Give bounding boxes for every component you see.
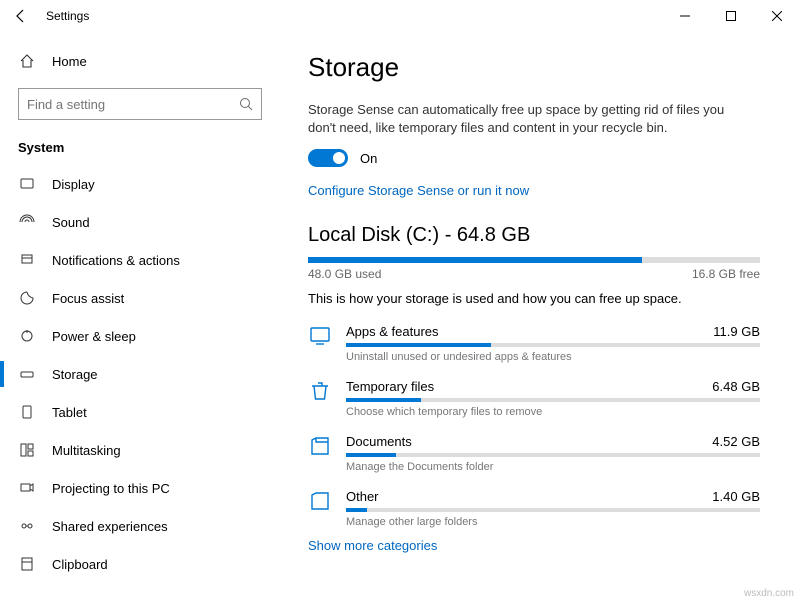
storage-sense-toggle[interactable]	[308, 149, 348, 167]
sidebar-item-tablet[interactable]: Tablet	[0, 393, 280, 431]
documents-icon	[308, 434, 332, 458]
sidebar-item-label: Multitasking	[52, 443, 121, 458]
sidebar-item-label: Projecting to this PC	[52, 481, 170, 496]
category-apps-features[interactable]: Apps & features 11.9 GB Uninstall unused o…	[308, 318, 760, 373]
category-hint: Choose which temporary files to remove	[346, 406, 760, 418]
multitasking-icon	[18, 442, 36, 458]
category-label: Apps & features	[346, 324, 439, 339]
sidebar-item-label: Clipboard	[52, 557, 108, 572]
minimize-icon	[680, 11, 690, 21]
sidebar-item-label: Focus assist	[52, 291, 124, 306]
sidebar-item-focus-assist[interactable]: Focus assist	[0, 279, 280, 317]
sidebar-item-label: Shared experiences	[52, 519, 168, 534]
display-icon	[18, 176, 36, 192]
category-label: Temporary files	[346, 379, 434, 394]
sidebar-item-notifications[interactable]: Notifications & actions	[0, 241, 280, 279]
category-other[interactable]: Other 1.40 GB Manage other large folders	[308, 483, 760, 538]
show-more-categories-link[interactable]: Show more categories	[308, 538, 437, 553]
category-bar	[346, 453, 760, 457]
sidebar-item-sound[interactable]: Sound	[0, 203, 280, 241]
search-box[interactable]	[18, 88, 262, 120]
sidebar-item-power-sleep[interactable]: Power & sleep	[0, 317, 280, 355]
home-icon	[18, 53, 36, 69]
back-button[interactable]	[6, 0, 36, 32]
sidebar-item-label: Notifications & actions	[52, 253, 180, 268]
category-bar	[346, 398, 760, 402]
sidebar-item-label: Power & sleep	[52, 329, 136, 344]
category-size: 11.9 GB	[713, 324, 760, 339]
apps-features-icon	[308, 324, 332, 348]
sidebar-item-label: Tablet	[52, 405, 87, 420]
sidebar-item-label: Display	[52, 177, 95, 192]
window-title: Settings	[46, 9, 89, 23]
category-label: Documents	[346, 434, 412, 449]
sidebar-item-projecting[interactable]: Projecting to this PC	[0, 469, 280, 507]
category-documents[interactable]: Documents 4.52 GB Manage the Documents fol…	[308, 428, 760, 483]
sidebar-home-label: Home	[52, 54, 87, 69]
arrow-left-icon	[14, 9, 28, 23]
configure-storage-sense-link[interactable]: Configure Storage Sense or run it now	[308, 183, 529, 198]
titlebar: Settings	[0, 0, 800, 32]
watermark: wsxdn.com	[744, 588, 794, 599]
disk-used-label: 48.0 GB used	[308, 267, 381, 281]
maximize-button[interactable]	[708, 0, 754, 32]
disk-free-label: 16.8 GB free	[692, 267, 760, 281]
sidebar-item-clipboard[interactable]: Clipboard	[0, 545, 280, 583]
sidebar: Home System Display Sound Notifications & …	[0, 32, 280, 605]
close-icon	[772, 11, 782, 21]
category-label: Other	[346, 489, 379, 504]
projecting-icon	[18, 480, 36, 496]
category-hint: Manage the Documents folder	[346, 461, 760, 473]
maximize-icon	[726, 11, 736, 21]
other-icon	[308, 489, 332, 513]
sidebar-item-storage[interactable]: Storage	[0, 355, 280, 393]
power-sleep-icon	[18, 328, 36, 344]
page-title: Storage	[308, 52, 760, 83]
category-bar	[346, 508, 760, 512]
toggle-state-label: On	[360, 151, 377, 166]
storage-sense-description: Storage Sense can automatically free up …	[308, 101, 728, 137]
sidebar-item-display[interactable]: Display	[0, 165, 280, 203]
search-input[interactable]	[27, 97, 239, 112]
content-area: Storage Storage Sense can automatically …	[280, 32, 800, 605]
category-hint: Uninstall unused or undesired apps & fea…	[346, 351, 760, 363]
close-button[interactable]	[754, 0, 800, 32]
disk-title: Local Disk (C:) - 64.8 GB	[308, 224, 760, 247]
sidebar-home[interactable]: Home	[0, 42, 280, 80]
category-hint: Manage other large folders	[346, 516, 760, 528]
sound-icon	[18, 214, 36, 230]
storage-icon	[18, 366, 36, 382]
sidebar-item-multitasking[interactable]: Multitasking	[0, 431, 280, 469]
temporary-files-icon	[308, 379, 332, 403]
category-temporary-files[interactable]: Temporary files 6.48 GB Choose which tempo…	[308, 373, 760, 428]
category-bar	[346, 343, 760, 347]
minimize-button[interactable]	[662, 0, 708, 32]
notifications-icon	[18, 252, 36, 268]
clipboard-icon	[18, 556, 36, 572]
usage-description: This is how your storage is used and how…	[308, 291, 760, 306]
sidebar-item-label: Storage	[52, 367, 98, 382]
category-size: 6.48 GB	[712, 379, 760, 394]
sidebar-item-shared-experiences[interactable]: Shared experiences	[0, 507, 280, 545]
sidebar-item-label: Sound	[52, 215, 90, 230]
disk-usage-bar	[308, 257, 760, 263]
category-size: 4.52 GB	[712, 434, 760, 449]
sidebar-group-label: System	[0, 134, 280, 165]
tablet-icon	[18, 404, 36, 420]
focus-assist-icon	[18, 290, 36, 306]
search-icon	[239, 97, 253, 111]
category-size: 1.40 GB	[712, 489, 760, 504]
shared-experiences-icon	[18, 518, 36, 534]
